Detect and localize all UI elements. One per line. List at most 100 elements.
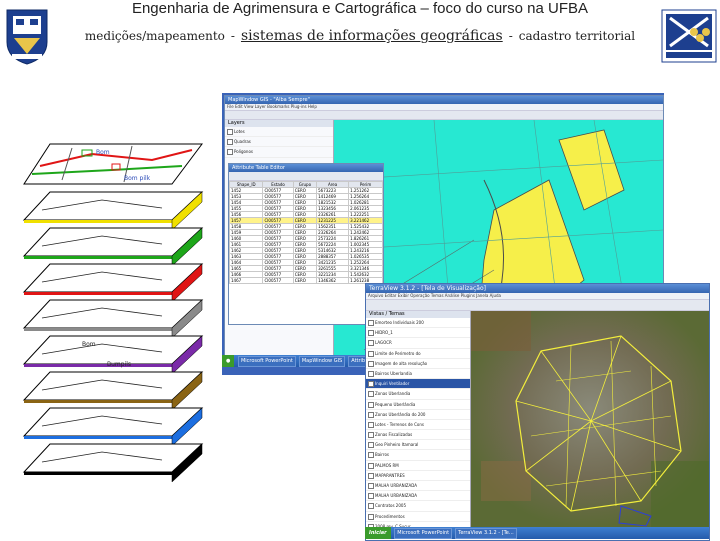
layer-sheet — [22, 443, 204, 473]
checkbox-icon[interactable] — [227, 139, 233, 146]
checkbox-icon[interactable] — [368, 483, 374, 489]
attribute-table-window[interactable]: Attribute Table Editor Shape_ID Estado Gru… — [228, 163, 384, 325]
terraview-layer-item[interactable]: Emorteo Individuais 200 — [366, 318, 470, 329]
checkbox-icon[interactable] — [227, 129, 233, 135]
taskbar-item[interactable]: TerraView 3.1.2 - [Te... — [455, 528, 517, 539]
terraview-layer-label: Geo Pinheiro Itamaral — [375, 442, 419, 448]
layer-sheet — [22, 263, 204, 293]
terraview-layer-item[interactable]: Inquiri Ventilador — [366, 379, 470, 390]
subtitle-highlight: sistemas de informações geográficas — [240, 28, 503, 44]
layer-front-color — [24, 472, 172, 475]
layer-label-bom: Bom — [96, 149, 110, 156]
terraview-menu-bar[interactable]: Arquivo Editar Exibir Operação Temas Aná… — [366, 293, 709, 300]
terraview-toolbar[interactable] — [366, 300, 709, 311]
layer-label-bompilk: Bom pilk — [124, 175, 151, 182]
terraview-layer-item[interactable]: Pequeno Uberlândia — [366, 400, 470, 410]
checkbox-icon[interactable] — [368, 442, 374, 449]
checkbox-icon[interactable] — [368, 320, 374, 326]
checkbox-icon[interactable] — [368, 370, 374, 377]
mapwindow-menu-bar[interactable]: File Edit View Layer Bookmarks Plug-ins … — [225, 104, 663, 111]
terraview-layer-item[interactable]: Zonas Uberlândia do 200 — [366, 410, 470, 420]
checkbox-icon[interactable] — [368, 391, 374, 398]
gis-layers-diagram: Bom Bom pilk Bom Bumpils — [12, 140, 212, 485]
terraview-layer-item[interactable]: Procedimentos — [366, 512, 470, 522]
terraview-layer-label: MALHA URBANIZADA — [375, 493, 418, 499]
terraview-layer-item[interactable]: Contratos 2005 — [366, 501, 470, 512]
subtitle-left: medições/mapeamento — [84, 29, 225, 43]
layer-5 — [22, 335, 204, 375]
checkbox-icon[interactable] — [368, 411, 374, 418]
terraview-layer-item[interactable]: Limite de Perimetro do — [366, 349, 470, 359]
page-title: Engenharia de Agrimensura e Cartográfica… — [131, 0, 589, 17]
legend-item[interactable]: Poligonos — [225, 147, 333, 158]
terraview-layer-label: Emorteo Individuais 200 — [375, 320, 424, 325]
layer-front-color — [24, 220, 172, 223]
taskbar-front[interactable]: Iniciar Microsoft PowerPoint TerraView 3.… — [365, 527, 709, 539]
legend-item-label: Lotes — [234, 129, 245, 134]
attribute-table-body[interactable]: 1452 CI00577 CERO 5673223 1.251262 1453 CI0057… — [229, 187, 383, 284]
checkbox-icon[interactable] — [368, 401, 374, 408]
checkbox-icon[interactable] — [368, 493, 374, 500]
terraview-window[interactable]: TerraView 3.1.2 - [Tela de Visualização]… — [365, 283, 710, 541]
checkbox-icon[interactable] — [368, 452, 374, 459]
attribute-table-toolbar[interactable] — [229, 172, 383, 181]
layer-sheet — [22, 335, 204, 365]
start-button-back[interactable]: ● — [222, 355, 235, 367]
checkbox-icon[interactable] — [368, 340, 374, 347]
checkbox-icon[interactable] — [368, 503, 374, 510]
layer-front-color — [24, 292, 172, 295]
legend-item[interactable]: Quadras — [225, 137, 333, 148]
terraview-layer-item[interactable]: Imagem de alta resolução — [366, 359, 470, 369]
layer-label-bumpils: Bumpils — [107, 361, 131, 368]
layer-label-bom-2: Bom — [82, 341, 96, 348]
terraview-layer-item[interactable]: MALHA URBANIZADA — [366, 481, 470, 492]
terraview-layer-item[interactable]: LAGOCR — [366, 338, 470, 349]
start-button[interactable]: Iniciar — [365, 527, 391, 539]
layer-front-color — [24, 328, 172, 331]
ufba-crest-logo — [4, 4, 50, 66]
taskbar-item[interactable]: MapWindow GIS — [298, 356, 346, 367]
terraview-layer-label: Limite de Perimetro do — [375, 350, 421, 356]
terraview-layer-item[interactable]: MALHA URBANIZADA — [366, 491, 470, 502]
terraview-layer-item[interactable]: PALMOS RM — [366, 461, 470, 471]
terraview-layer-item[interactable]: Lotes - Terrenos de Cons — [366, 420, 470, 431]
terraview-layer-item[interactable]: Geo Pinheiro Itamaral — [366, 440, 470, 451]
checkbox-icon[interactable] — [368, 330, 374, 337]
checkbox-icon[interactable] — [368, 421, 374, 428]
checkbox-icon[interactable] — [368, 360, 374, 367]
layer-base-map: Bom Bom pilk — [23, 143, 203, 185]
taskbar-item[interactable]: Microsoft PowerPoint — [237, 356, 296, 367]
terraview-layer-item[interactable]: MAPARANTRES — [366, 471, 470, 481]
stacked-layers — [22, 191, 204, 483]
terraview-layer-item[interactable]: Zonas Uberlandia — [366, 389, 470, 400]
terraview-layer-label: MALHA URBANIZADA — [375, 483, 418, 488]
mapwindow-title-bar: MapWindow GIS - "Alba Sempre" — [225, 96, 663, 104]
terraview-layer-item[interactable]: HIDRO_1 — [366, 328, 470, 339]
satellite-view[interactable] — [471, 311, 709, 529]
legend-items[interactable]: Lotes Quadras Poligonos — [225, 127, 333, 158]
layers-stack-svg: Bom Bom pilk Bom Bumpils — [22, 143, 204, 483]
terraview-panel-title: Vistas / Temas — [366, 311, 470, 318]
table-cell: CERO — [292, 277, 318, 284]
attribute-table[interactable]: Shape_ID Estado Grupo Area Perim 1452 CI00577… — [229, 181, 383, 284]
table-row[interactable]: 1467 CI00577 CERO 1346362 1.261238 — [229, 277, 383, 284]
terraview-layer-label: Bairros Uberlandia — [375, 370, 413, 376]
taskbar-item[interactable]: Microsoft PowerPoint — [394, 528, 453, 539]
table-cell: CI00577 — [262, 277, 294, 284]
terraview-layer-label: Zonas Uberlândia do 200 — [375, 411, 426, 417]
legend-item[interactable]: Lotes — [225, 127, 333, 138]
mapwindow-toolbar[interactable] — [225, 111, 663, 120]
terraview-layers-panel[interactable]: Vistas / Temas Emorteo Individuais 200 HI… — [366, 311, 471, 529]
checkbox-icon[interactable] — [368, 350, 374, 357]
checkbox-icon[interactable] — [368, 432, 374, 439]
terraview-layer-item[interactable]: Zonas Fiscalizadas — [366, 430, 470, 441]
terraview-layer-item[interactable]: Bairros — [366, 450, 470, 461]
terraview-layer-item[interactable]: Bairros Uberlandia — [366, 369, 470, 380]
terraview-layer-label: Contratos 2005 — [375, 503, 406, 509]
checkbox-icon[interactable] — [368, 462, 374, 469]
checkbox-icon[interactable] — [227, 149, 233, 156]
checkbox-icon[interactable] — [368, 513, 374, 520]
terraview-layers-list[interactable]: Emorteo Individuais 200 HIDRO_1 LAGOCR Limi… — [366, 318, 470, 529]
checkbox-icon[interactable] — [368, 381, 374, 388]
checkbox-icon[interactable] — [368, 472, 374, 479]
